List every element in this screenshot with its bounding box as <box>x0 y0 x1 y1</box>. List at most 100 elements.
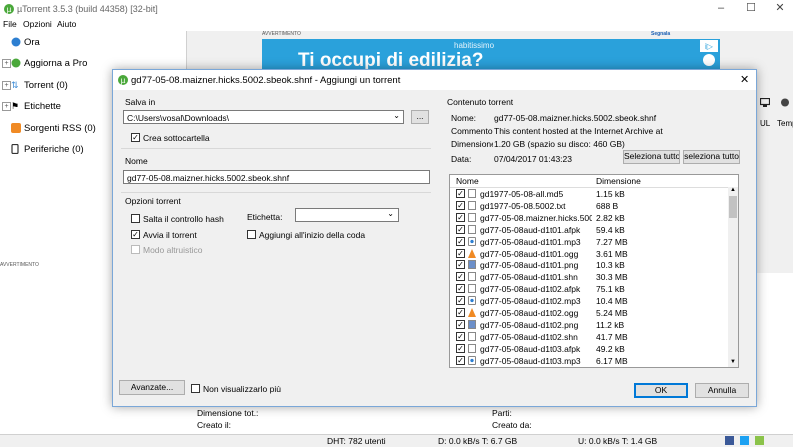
file-row[interactable]: ✓ gd77-05-08aud-d1t02.mp3 10.4 MB <box>450 295 725 307</box>
file-row[interactable]: ✓ gd77-05-08aud-d1t02.ogg 5.24 MB <box>450 307 725 319</box>
dont-show-label: Non visualizzarlo più <box>203 384 281 394</box>
file-checkbox[interactable]: ✓ <box>456 248 465 258</box>
start-torrent-checkbox[interactable]: ✓ <box>131 230 140 239</box>
file-row[interactable]: ✓ gd77-05-08aud-d1t03.mp3 6.17 MB <box>450 355 725 367</box>
file-checkbox[interactable]: ✓ <box>456 319 465 329</box>
browse-button[interactable]: ... <box>411 110 429 124</box>
device-icon <box>11 143 19 157</box>
file-checkbox[interactable]: ✓ <box>456 272 465 282</box>
file-size: 10.3 kB <box>596 260 625 271</box>
maximize-button[interactable]: ☐ <box>736 0 766 18</box>
scroll-thumb[interactable] <box>729 196 737 218</box>
expand-icon[interactable]: + <box>2 59 11 68</box>
skip-hash-checkbox[interactable] <box>131 214 140 223</box>
file-checkbox[interactable]: ✓ <box>456 260 465 270</box>
file-row[interactable]: ✓ gd77-05-08aud-d1t01.mp3 7.27 MB <box>450 236 725 248</box>
add-top-queue-label: Aggiungi all'inizio della coda <box>259 230 366 240</box>
file-checkbox[interactable]: ✓ <box>456 308 465 317</box>
dialog-close-icon[interactable]: ✕ <box>740 73 749 86</box>
file-row[interactable]: ✓ gd77-05-08aud-d1t02.afpk 75.1 kB <box>450 283 725 295</box>
cancel-button[interactable]: Annulla <box>695 383 749 398</box>
file-icon <box>468 272 476 282</box>
info-name-value: gd77-05-08.maizner.hicks.5002.sbeok.shnf <box>494 113 657 123</box>
file-checkbox[interactable]: ✓ <box>456 343 465 353</box>
sidebar-item-rss[interactable]: Sorgenti RSS (0) <box>11 123 96 134</box>
chevron-down-icon[interactable]: ⌄ <box>387 209 394 218</box>
add-top-queue-checkbox[interactable] <box>247 230 256 239</box>
status-dht: DHT: 782 utenti <box>327 436 386 446</box>
sidebar-item-aggiorna[interactable]: + Aggiorna a Pro <box>2 58 87 69</box>
altruistic-checkbox[interactable] <box>131 245 140 254</box>
file-row[interactable]: ✓ gd77-05-08aud-d1t01.png 10.3 kB <box>450 259 725 271</box>
utorrent-logo-icon: µ <box>4 4 14 14</box>
info-comment-key: Commento: <box>451 126 493 136</box>
scroll-down-icon[interactable]: ▼ <box>728 359 738 367</box>
ok-button[interactable]: OK <box>634 383 688 398</box>
label-select[interactable]: ⌄ <box>295 208 399 222</box>
expand-icon[interactable]: + <box>2 81 11 90</box>
file-row[interactable]: ✓ gd77-05-08.maizner.hicks.5002.sbeok.shn… <box>450 212 725 224</box>
label-tag-icon: ⚑ <box>11 101 20 111</box>
deselect-all-button[interactable]: Deseleziona tutto <box>683 150 740 164</box>
file-row[interactable]: ✓ gd77-05-08aud-d1t01.ogg 3.61 MB <box>450 248 725 260</box>
sidebar-item-ora[interactable]: Ora <box>11 37 40 48</box>
minimize-button[interactable]: – <box>706 0 736 18</box>
file-checkbox[interactable]: ✓ <box>456 189 465 198</box>
status-download: D: 0.0 kB/s T: 6.7 GB <box>438 436 518 446</box>
settings-icon[interactable] <box>780 98 790 107</box>
ad-label: AVVERTIMENTO <box>262 31 301 37</box>
file-checkbox[interactable]: ✓ <box>456 224 465 234</box>
chevron-down-icon[interactable]: ⌄ <box>393 111 400 120</box>
file-name: gd77-05-08aud-d1t02.ogg <box>480 308 579 318</box>
file-row[interactable]: ✓ gd77-05-08aud-d1t02.shn 41.7 MB <box>450 331 725 343</box>
file-size: 1.15 kB <box>596 189 625 199</box>
file-table-scrollbar[interactable]: ▲ ▼ <box>728 187 738 367</box>
divider <box>121 192 431 193</box>
save-path-input[interactable]: C:\Users\vosal\Downloads\ ⌄ <box>123 110 404 124</box>
column-size[interactable]: Dimensione <box>596 176 641 186</box>
vlc-icon <box>468 308 476 317</box>
file-size: 41.7 MB <box>596 331 628 342</box>
ad-report-link[interactable]: Segnala <box>651 31 670 37</box>
file-name: gd77-05-08aud-d1t03.afpk <box>480 343 581 354</box>
file-name: gd77-05-08aud-d1t01.png <box>480 260 579 271</box>
save-in-group-label: Salva in <box>125 97 156 107</box>
dont-show-checkbox[interactable] <box>191 384 200 393</box>
file-checkbox[interactable]: ✓ <box>456 284 465 294</box>
menu-aiuto[interactable]: Aiuto <box>57 19 76 29</box>
menu-file[interactable]: File <box>3 19 17 29</box>
file-row[interactable]: ✓ gd1977-05-08-all.md5 1.15 kB <box>450 188 725 200</box>
file-checkbox[interactable]: ✓ <box>456 331 465 341</box>
advanced-button[interactable]: Avanzate... <box>119 380 185 395</box>
file-icon <box>468 224 476 234</box>
file-checkbox[interactable]: ✓ <box>456 200 465 210</box>
column-name[interactable]: Nome <box>456 176 479 186</box>
ad-info-icon[interactable]: i▷ <box>700 40 718 68</box>
options-group-label: Opzioni torrent <box>125 196 181 206</box>
create-subfolder-checkbox[interactable]: ✓ <box>131 133 140 142</box>
dialog-titlebar: µ gd77-05-08.maizner.hicks.5002.sbeok.sh… <box>113 70 756 90</box>
file-row[interactable]: ✓ gd1977-05-08.5002.txt 688 B <box>450 200 725 212</box>
close-window-button[interactable]: ✕ <box>765 0 793 18</box>
file-checkbox[interactable]: ✓ <box>456 296 465 306</box>
menu-opzioni[interactable]: Opzioni <box>23 19 52 29</box>
sidebar-item-periferiche[interactable]: Periferiche (0) <box>11 143 84 155</box>
sidebar-item-torrent[interactable]: + ⇅ Torrent (0) <box>2 80 68 91</box>
file-row[interactable]: ✓ gd77-05-08aud-d1t02.png 11.2 kB <box>450 319 725 331</box>
file-row[interactable]: ✓ gd77-05-08aud-d1t01.afpk 59.4 kB <box>450 224 725 236</box>
file-checkbox[interactable]: ✓ <box>456 355 465 365</box>
torrent-name-input[interactable]: gd77-05-08.maizner.hicks.5002.sbeok.shnf <box>123 170 430 184</box>
scroll-up-icon[interactable]: ▲ <box>728 187 738 195</box>
ad-banner[interactable]: habitissimo Ti occupi di edilizia? i▷ <box>262 39 720 69</box>
select-all-button[interactable]: Seleziona tutto <box>623 150 680 164</box>
file-checkbox[interactable]: ✓ <box>456 236 465 246</box>
sidebar-item-etichette[interactable]: + ⚑ Etichette <box>2 101 61 112</box>
expand-icon[interactable]: + <box>2 102 11 111</box>
file-row[interactable]: ✓ gd77-05-08aud-d1t03.afpk 49.2 kB <box>450 343 725 355</box>
globe-icon <box>11 37 21 50</box>
file-checkbox[interactable]: ✓ <box>456 212 465 222</box>
file-size: 11.2 kB <box>596 319 625 330</box>
monitor-icon[interactable] <box>760 98 770 107</box>
file-row[interactable]: ✓ gd77-05-08aud-d1t01.shn 30.3 MB <box>450 271 725 283</box>
file-size: 5.24 MB <box>596 308 628 318</box>
